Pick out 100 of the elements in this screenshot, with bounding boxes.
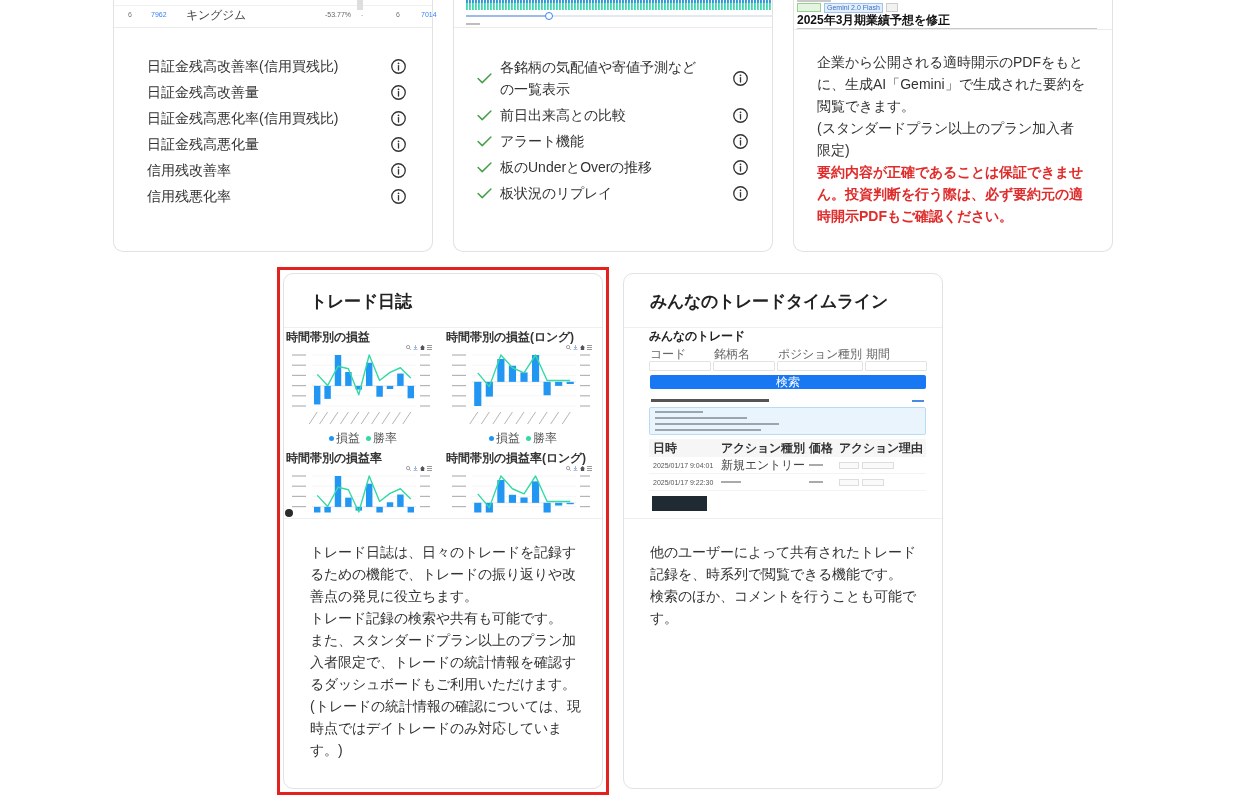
- info-icon[interactable]: [391, 162, 406, 178]
- chart-bar: [386, 502, 394, 507]
- chart-bar: [508, 365, 517, 382]
- chart-bar: [555, 381, 563, 386]
- filter-input[interactable]: [865, 361, 927, 371]
- reason-tag: [862, 478, 884, 486]
- text-line-placeholder: [809, 481, 823, 483]
- chart-bar: [566, 381, 574, 384]
- chart-bar: [345, 497, 352, 507]
- menu-icon: [587, 344, 592, 350]
- text-line-placeholder: [466, 23, 480, 25]
- check-icon: [477, 187, 492, 199]
- check-icon: [477, 135, 492, 147]
- label-tag: [885, 3, 898, 12]
- column-header: 日時: [653, 441, 677, 455]
- chart-bar: [474, 381, 482, 406]
- info-icon[interactable]: [391, 58, 406, 74]
- search-icon: [406, 465, 411, 471]
- chart-bar: [334, 355, 342, 386]
- chart-bar: [497, 359, 505, 382]
- text-line-placeholder: [797, 0, 831, 2]
- info-icon[interactable]: [391, 84, 406, 100]
- description-text: また、スタンダードプラン以上のプラン加入者限定で、トレードの統計情報を確認するダッシュボードもご利用いただけます。: [310, 631, 577, 694]
- info-icon[interactable]: [733, 159, 748, 175]
- left-axis-labels-drawing: [292, 354, 306, 407]
- card-title: みんなのトレードタイムライン: [650, 291, 889, 313]
- description-text: 検索のほか、コメントを行うことも可能です。: [650, 587, 917, 628]
- search-icon: [566, 465, 571, 471]
- left-axis-labels-drawing: [452, 354, 466, 407]
- feature-label: 板状況のリプレイ: [500, 184, 612, 203]
- chart-title: 時間帯別の損益率(ロング): [446, 451, 586, 465]
- indicator-label: 日証金残高悪化率(信用買残比): [147, 109, 339, 128]
- chart-bar: [543, 381, 551, 396]
- description-text: トレード日誌は、日々のトレードを記録するための機能で、トレードの振り返りや改善点の発見に役立ちます。: [310, 543, 577, 606]
- home-icon: [420, 344, 425, 350]
- menu-icon: [587, 465, 592, 471]
- chart-bar: [324, 385, 331, 399]
- right-axis-labels-drawing: [420, 354, 430, 407]
- info-icon[interactable]: [733, 133, 748, 149]
- table-cell: 新規エントリー: [721, 458, 805, 472]
- filter-input[interactable]: [713, 361, 775, 371]
- chart-bar: [355, 385, 362, 390]
- chart-bar: [314, 385, 321, 405]
- warning-text: 要約内容が正確であることは保証できません。投資判断を行う際は、必ず要約元の適時開示PDFもご確認ください。: [817, 163, 1084, 226]
- table-cell: キングジム: [186, 8, 246, 22]
- description-text: トレード記録の検索や共有も可能です。: [310, 609, 563, 628]
- feature-label: 板のUnderとOverの推移: [500, 158, 653, 177]
- headline-text: 2025年3月期業績予想を修正: [797, 12, 951, 27]
- check-icon: [477, 109, 492, 121]
- info-icon[interactable]: [391, 136, 406, 152]
- chart-bar: [334, 476, 342, 507]
- check-icon: [477, 72, 492, 84]
- column-header: アクション理由: [839, 441, 923, 455]
- feature-label: 各銘柄の気配値や寄値予測などの一覧表示: [500, 58, 697, 99]
- right-axis-labels-drawing: [420, 475, 430, 508]
- column-header: 価格: [809, 441, 833, 455]
- chart-bar: [345, 372, 352, 386]
- indicator-label: 日証金残高改善量: [147, 83, 259, 102]
- download-icon: [413, 465, 418, 471]
- search-button[interactable]: 検索: [650, 375, 926, 389]
- chart-bar: [531, 481, 540, 503]
- chart-title: 時間帯別の損益率: [286, 451, 382, 465]
- right-axis-labels-drawing: [580, 354, 590, 407]
- info-icon[interactable]: [733, 185, 748, 201]
- text-line-placeholder: [912, 399, 924, 402]
- info-icon[interactable]: [391, 188, 406, 204]
- legend-label: 勝率: [373, 431, 397, 445]
- chart-bar: [314, 506, 321, 513]
- indicator-label: 信用残改善率: [147, 161, 231, 180]
- chart-bar: [520, 497, 528, 503]
- info-icon[interactable]: [733, 70, 748, 86]
- filter-input[interactable]: [777, 361, 863, 371]
- text-line-placeholder: [655, 411, 703, 413]
- filter-input[interactable]: [649, 361, 711, 371]
- reason-tag: [839, 461, 859, 469]
- chart-bar: [397, 373, 404, 386]
- chart-bar: [407, 385, 414, 399]
- chart-bar: [555, 502, 563, 506]
- card-title: トレード日誌: [310, 291, 414, 313]
- home-icon: [580, 465, 585, 471]
- search-icon: [566, 344, 571, 350]
- chart-bar: [520, 372, 528, 382]
- text-line-placeholder: [721, 481, 741, 483]
- chart-bar: [543, 502, 551, 513]
- description-text: (トレードの統計情報の確認については、現時点ではデイトレードのみ対応しています。): [310, 697, 582, 760]
- info-icon[interactable]: [733, 107, 748, 123]
- filter-label: 銘柄名: [714, 347, 750, 361]
- chart-bar: [366, 483, 373, 507]
- download-icon: [573, 465, 578, 471]
- home-icon: [580, 344, 585, 350]
- legend-label: 勝率: [533, 431, 557, 445]
- filter-label: コード: [650, 347, 686, 361]
- chart-title: 時間帯別の損益(ロング): [446, 330, 574, 344]
- description-text: 企業から公開される適時開示のPDFをもとに、生成AI「Gemini」で生成された要約を閲覧できます。: [817, 53, 1085, 116]
- left-axis-labels-drawing: [292, 475, 306, 508]
- description-text: 他のユーザーによって共有されたトレード記録を、時系列で閲覧できる機能です。: [650, 543, 917, 584]
- home-icon: [420, 465, 425, 471]
- reason-tag: [839, 478, 859, 486]
- chart-bar: [531, 355, 540, 382]
- info-icon[interactable]: [391, 110, 406, 126]
